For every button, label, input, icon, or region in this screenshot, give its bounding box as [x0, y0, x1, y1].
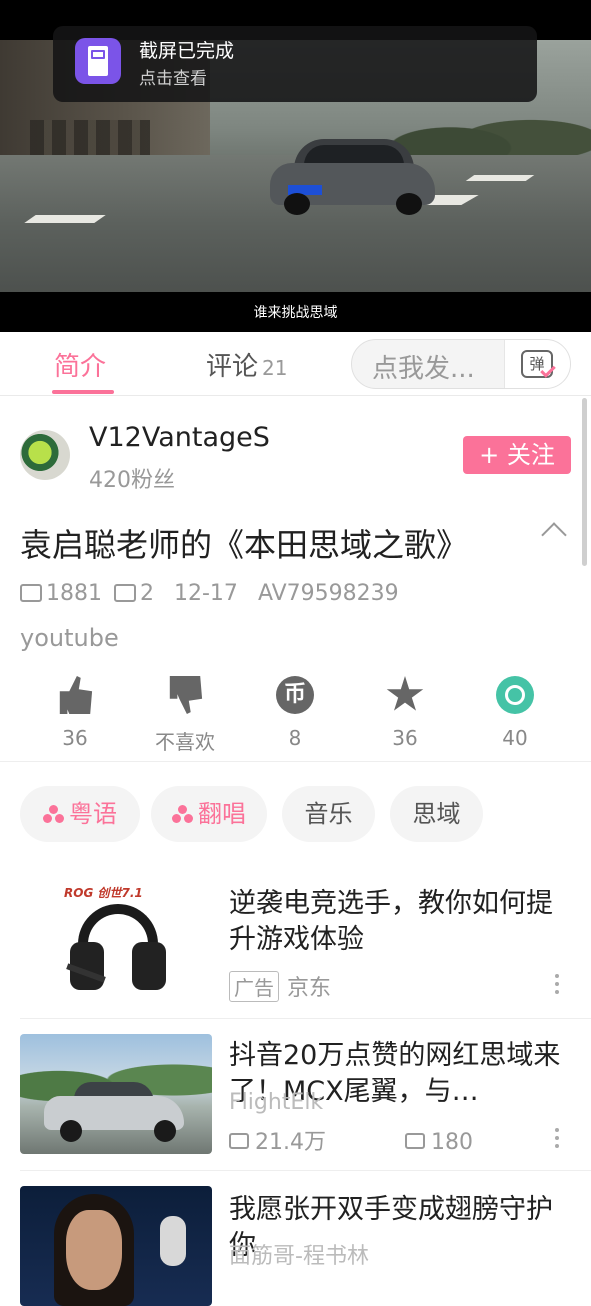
danmaku-count-icon — [405, 1133, 425, 1149]
action-bar: 36 不喜欢 币 8 36 40 — [0, 672, 591, 762]
tag-civic[interactable]: 思域 — [390, 786, 483, 842]
rec-meta: 广告 京东 — [229, 970, 331, 1002]
danmaku-input[interactable]: 点我发... 弹 — [351, 339, 571, 389]
ad-source: 京东 — [287, 976, 332, 1001]
share-button[interactable]: 40 — [460, 672, 570, 750]
tag-cantonese[interactable]: 粤语 — [20, 786, 140, 842]
favorite-button[interactable]: 36 — [350, 672, 460, 750]
dislike-icon — [169, 676, 203, 714]
rec-views: 21.4万 — [255, 1130, 326, 1155]
video-title: 袁启聪老师的《本田思域之歌》 — [20, 526, 469, 564]
recommended-ad[interactable]: ROG 创世7.1 逆袭电竞选手，教你如何提升游戏体验 广告 京东 — [0, 882, 591, 1012]
tab-bar: 简介 评论 21 点我发... 弹 — [0, 332, 591, 396]
ad-badge: 广告 — [229, 971, 279, 1002]
rec-uploader: 面筋哥-程书林 — [229, 1244, 369, 1269]
author-fans: 420粉丝 — [89, 468, 175, 493]
recommended-video[interactable]: 抖音20万点赞的网红思域来了！MCX尾翼，与… FlightElk 21.4万 … — [0, 1034, 591, 1164]
tab-indicator — [52, 390, 114, 394]
more-icon[interactable] — [555, 1128, 559, 1152]
author-row: V12VantageS 420粉丝 + 关注 — [0, 420, 591, 493]
car-image — [270, 135, 435, 215]
video-description: youtube — [20, 624, 119, 652]
play-count-icon — [20, 584, 42, 602]
screenshot-toast[interactable]: 截屏已完成 点击查看 — [53, 26, 537, 102]
play-count-icon — [229, 1133, 249, 1149]
screenshot-icon — [75, 38, 121, 84]
video-subtitle: 谁来挑战思域 — [253, 305, 338, 321]
tag-music[interactable]: 音乐 — [282, 786, 375, 842]
video-thumbnail — [20, 1034, 212, 1154]
tag-label: 翻唱 — [198, 800, 246, 828]
like-count: 36 — [62, 726, 88, 750]
tab-comments[interactable]: 评论 21 — [206, 346, 287, 383]
view-count: 1881 — [46, 580, 102, 606]
favorite-count: 36 — [392, 726, 418, 750]
video-player[interactable]: 谁来挑战思域 截屏已完成 点击查看 — [0, 0, 591, 332]
video-thumbnail — [20, 1186, 212, 1306]
channel-icon — [43, 805, 65, 823]
like-button[interactable]: 36 — [20, 672, 130, 750]
share-icon — [496, 676, 534, 714]
publish-date: 12-17 — [174, 580, 238, 606]
rec-stats: 21.4万 180 — [229, 1124, 473, 1156]
rec-uploader: FlightElk — [229, 1090, 324, 1115]
comments-count: 21 — [262, 356, 288, 380]
coin-button[interactable]: 币 8 — [240, 672, 350, 750]
tab-comments-label: 评论 — [206, 352, 259, 382]
av-number: AV79598239 — [257, 580, 399, 606]
rec-title: 逆袭电竞选手，教你如何提升游戏体验 — [229, 888, 553, 955]
coin-icon: 币 — [276, 676, 314, 714]
avatar[interactable] — [20, 430, 70, 480]
tag-list: 粤语 翻唱 音乐 思域 — [0, 786, 591, 846]
chevron-up-icon[interactable] — [541, 522, 567, 548]
tag-label: 粤语 — [69, 800, 117, 828]
follow-button[interactable]: + 关注 — [463, 436, 571, 474]
dislike-button[interactable]: 不喜欢 — [130, 672, 240, 755]
danmaku-count-icon — [114, 584, 136, 602]
favorite-icon — [386, 676, 424, 711]
tab-intro[interactable]: 简介 — [54, 346, 106, 383]
dislike-label: 不喜欢 — [155, 730, 215, 754]
more-icon[interactable] — [555, 974, 559, 998]
rec-comments: 180 — [431, 1130, 473, 1155]
tag-cover[interactable]: 翻唱 — [151, 786, 267, 842]
channel-icon — [172, 805, 194, 823]
toast-subtitle: 点击查看 — [139, 69, 207, 89]
recommended-video[interactable]: 我愿张开双手变成翅膀守护你 面筋哥-程书林 — [0, 1186, 591, 1306]
share-count: 40 — [502, 726, 528, 750]
coin-count: 8 — [288, 726, 302, 750]
video-meta: 1881 2 12-17 AV79598239 — [20, 578, 399, 608]
thumb-brand: ROG 创世7.1 — [64, 886, 143, 900]
ad-thumbnail: ROG 创世7.1 — [20, 882, 212, 1002]
author-name[interactable]: V12VantageS — [89, 422, 270, 453]
danmaku-toggle-button[interactable]: 弹 — [504, 340, 570, 388]
like-icon — [59, 676, 93, 714]
danmaku-placeholder: 点我发... — [372, 354, 475, 384]
danmaku-count: 2 — [140, 580, 154, 606]
toast-title: 截屏已完成 — [139, 40, 235, 62]
